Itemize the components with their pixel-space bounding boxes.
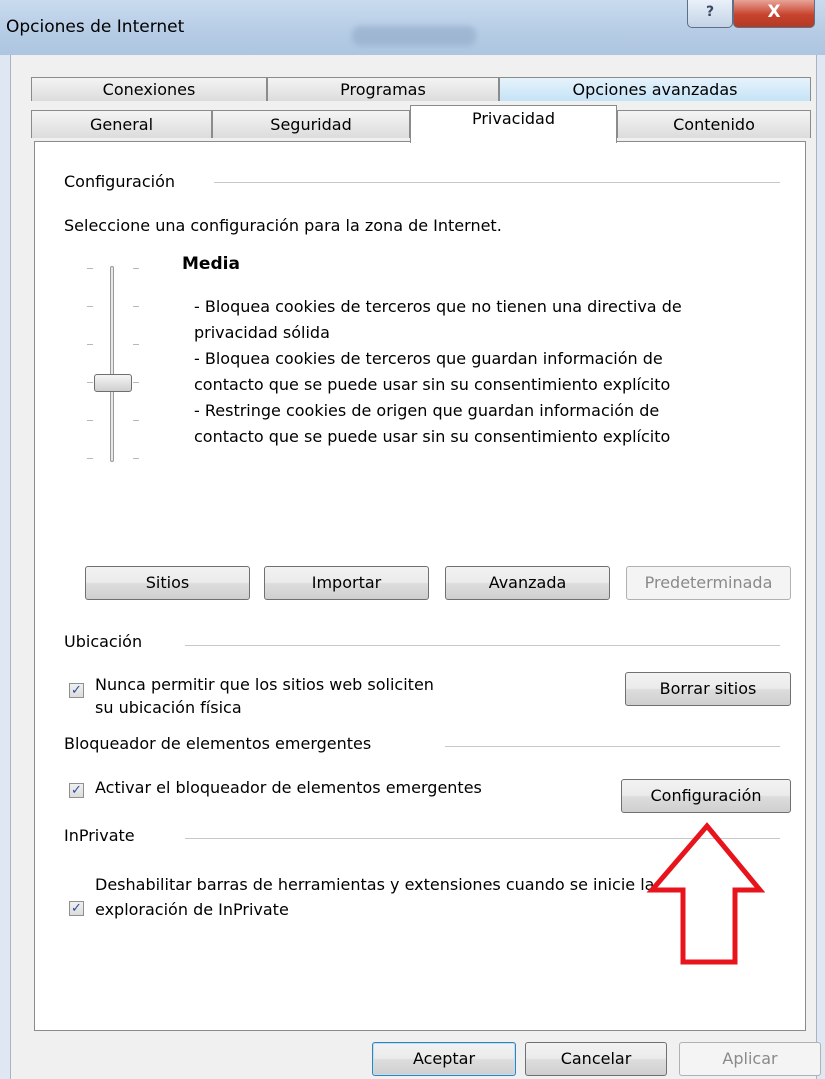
location-group-header: Ubicación xyxy=(64,632,143,651)
up-arrow-icon xyxy=(646,822,765,965)
privacy-level-description: - Bloquea cookies de terceros que no tie… xyxy=(194,294,682,450)
ok-button[interactable]: Aceptar xyxy=(372,1042,516,1076)
privacy-level-slider[interactable] xyxy=(77,260,157,470)
location-group-divider xyxy=(185,645,780,646)
cancel-button[interactable]: Cancelar xyxy=(525,1042,667,1076)
close-button[interactable]: X xyxy=(733,0,815,28)
description-line: - Bloquea cookies de terceros que no tie… xyxy=(194,297,682,316)
help-button[interactable]: ? xyxy=(687,0,733,28)
description-line: contacto que se puede usar sin su consen… xyxy=(194,375,671,394)
internet-options-dialog: Conexiones Programas Opciones avanzadas … xyxy=(10,55,821,1079)
inprivate-checkbox[interactable]: ✓ xyxy=(69,901,84,916)
config-group-divider xyxy=(214,182,780,183)
popup-blocker-label: Activar el bloqueador de elementos emerg… xyxy=(95,778,482,797)
tab-opciones-avanzadas[interactable]: Opciones avanzadas xyxy=(499,77,811,101)
title-bar: Opciones de Internet ? X xyxy=(0,0,825,55)
clear-sites-button[interactable]: Borrar sitios xyxy=(625,672,791,706)
window-title: Opciones de Internet xyxy=(6,17,185,37)
inprivate-checkbox-label: Deshabilitar barras de herramientas y ex… xyxy=(95,872,654,922)
popup-group-header: Bloqueador de elementos emergentes xyxy=(64,734,372,753)
description-line: privacidad sólida xyxy=(194,323,330,342)
slider-track xyxy=(110,266,114,462)
location-label-line: su ubicación física xyxy=(95,698,242,717)
privacy-level-title: Media xyxy=(182,254,240,274)
sites-button[interactable]: Sitios xyxy=(85,566,250,600)
default-button[interactable]: Predeterminada xyxy=(626,566,791,600)
inprivate-group-header: InPrivate xyxy=(64,826,135,845)
advanced-button[interactable]: Avanzada xyxy=(445,566,610,600)
description-line: - Restringe cookies de origen que guarda… xyxy=(194,401,660,420)
description-line: contacto que se puede usar sin su consen… xyxy=(194,427,671,446)
apply-button[interactable]: Aplicar xyxy=(679,1042,821,1076)
tab-general[interactable]: General xyxy=(31,110,212,138)
blurred-title-region xyxy=(352,26,476,46)
location-checkbox[interactable]: ✓ xyxy=(69,683,84,698)
inprivate-label-line: Deshabilitar barras de herramientas y ex… xyxy=(95,875,655,894)
tab-privacidad[interactable]: Privacidad xyxy=(410,105,617,143)
red-arrow-annotation xyxy=(646,822,765,965)
slider-thumb[interactable] xyxy=(94,374,132,392)
popup-blocker-checkbox[interactable]: ✓ xyxy=(69,783,84,798)
privacy-panel: Configuración Seleccione una configuraci… xyxy=(34,141,806,1031)
inprivate-label-line: exploración de InPrivate xyxy=(95,900,289,919)
import-button[interactable]: Importar xyxy=(264,566,429,600)
tab-conexiones[interactable]: Conexiones xyxy=(31,77,267,101)
tab-contenido[interactable]: Contenido xyxy=(617,110,811,138)
popup-group-divider xyxy=(445,746,780,747)
tab-programas[interactable]: Programas xyxy=(267,77,499,101)
config-group-header: Configuración xyxy=(64,172,176,191)
popup-settings-button[interactable]: Configuración xyxy=(621,779,791,813)
zone-instruction: Seleccione una configuración para la zon… xyxy=(64,216,502,235)
description-line: - Bloquea cookies de terceros que guarda… xyxy=(194,349,663,368)
location-label-line: Nunca permitir que los sitios web solici… xyxy=(95,675,434,694)
tab-seguridad[interactable]: Seguridad xyxy=(212,110,410,138)
location-checkbox-label: Nunca permitir que los sitios web solici… xyxy=(95,673,434,719)
